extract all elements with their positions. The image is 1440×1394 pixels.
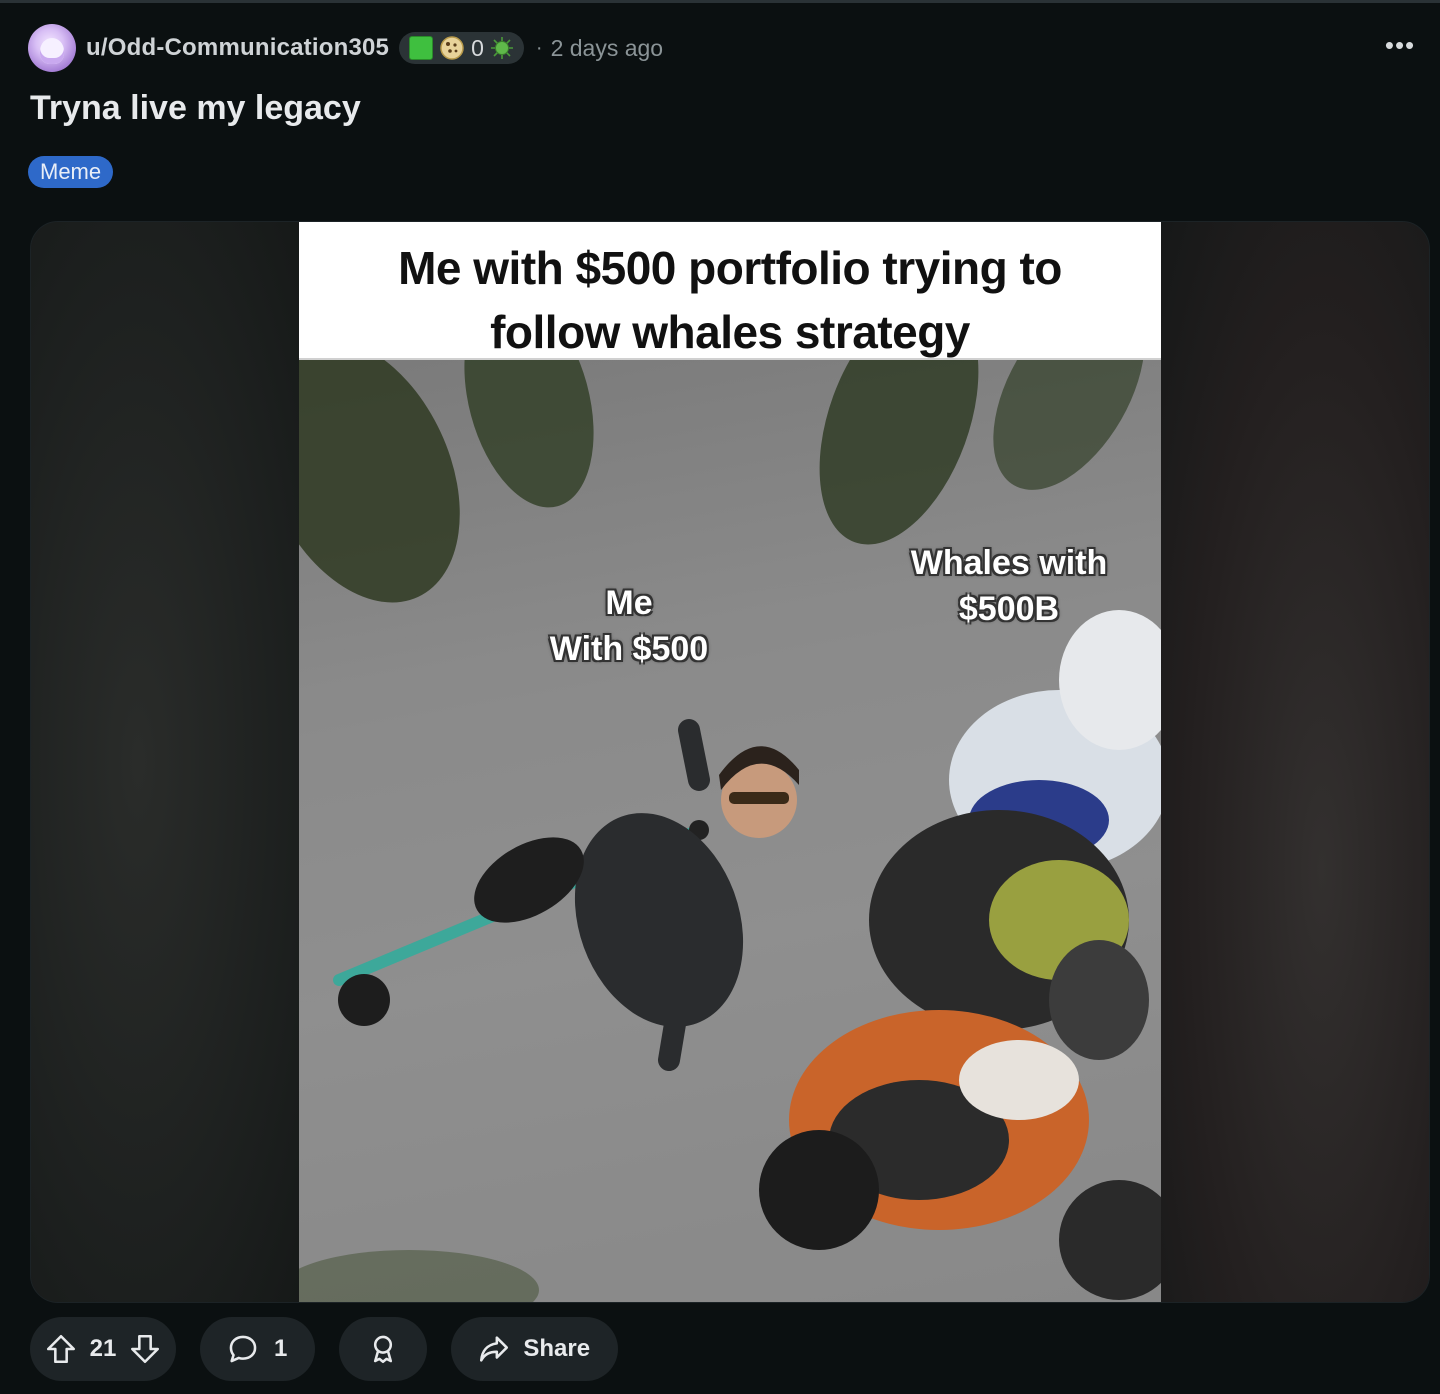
user-flair: 0 xyxy=(399,32,524,64)
meme-label-whales: Whales with $500B xyxy=(889,540,1129,632)
award-button[interactable] xyxy=(339,1317,428,1381)
post-flair-tag[interactable]: Meme xyxy=(28,156,114,188)
share-label: Share xyxy=(523,1335,591,1362)
flair-count: 0 xyxy=(471,34,484,61)
avatar[interactable] xyxy=(28,24,76,72)
vote-score: 21 xyxy=(89,1335,117,1362)
green-square-icon xyxy=(409,36,434,60)
meme-label-whales-line2: $500B xyxy=(958,590,1060,628)
meme-label-me: Me With $500 xyxy=(519,580,739,672)
share-button[interactable]: Share xyxy=(451,1317,619,1381)
media-blur-left xyxy=(31,222,299,1302)
upvote-icon[interactable] xyxy=(44,1332,78,1366)
virus-icon xyxy=(490,36,514,60)
separator-dot: · xyxy=(535,36,543,59)
vote-control: 21 xyxy=(30,1317,176,1381)
meme-label-me-line2: With $500 xyxy=(549,630,709,668)
meme-image[interactable]: Me with $500 portfolio trying to follow … xyxy=(299,222,1161,1302)
meme-caption: Me with $500 portfolio trying to follow … xyxy=(398,242,1062,358)
comment-icon xyxy=(226,1332,260,1366)
post-timestamp: 2 days ago xyxy=(550,34,664,61)
more-options-button[interactable]: ••• xyxy=(1380,25,1420,65)
share-icon xyxy=(477,1332,511,1366)
cookie-icon xyxy=(439,35,465,61)
author-username[interactable]: u/Odd-Communication305 xyxy=(86,34,389,62)
action-bar: 21 1 Share xyxy=(30,1317,619,1381)
meme-label-me-line1: Me xyxy=(605,584,653,622)
post-card: u/Odd-Communication305 0 · 2 days ago ••… xyxy=(0,0,1440,1394)
comments-button[interactable]: 1 xyxy=(200,1317,316,1381)
downvote-icon[interactable] xyxy=(128,1332,162,1366)
media-blur-right xyxy=(1161,222,1429,1302)
comment-count: 1 xyxy=(274,1335,288,1362)
post-title[interactable]: Tryna live my legacy xyxy=(30,89,361,128)
meme-label-whales-line1: Whales with xyxy=(910,544,1108,582)
post-header: u/Odd-Communication305 0 · 2 days ago xyxy=(28,23,663,73)
meme-caption-band: Me with $500 portfolio trying to follow … xyxy=(299,222,1161,360)
meme-photo-illustration xyxy=(299,290,1161,1302)
more-icon: ••• xyxy=(1384,29,1416,60)
meme-photo: Me With $500 Whales with $500B xyxy=(299,290,1161,1302)
post-media[interactable]: Me with $500 portfolio trying to follow … xyxy=(30,221,1430,1303)
award-icon xyxy=(366,1332,400,1366)
